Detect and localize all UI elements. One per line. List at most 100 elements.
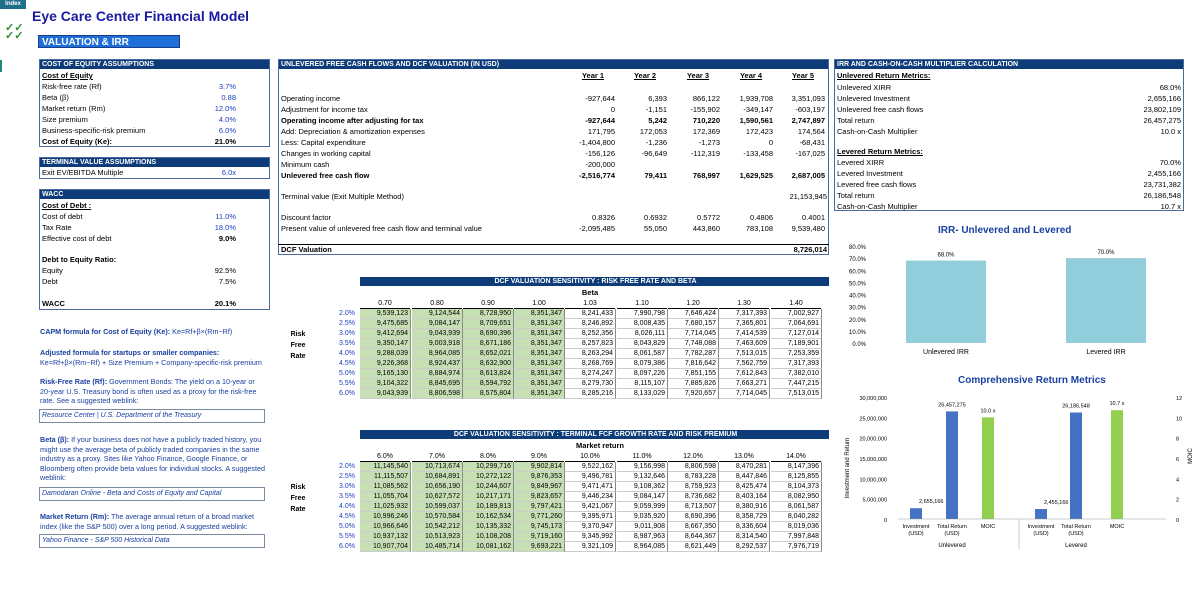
coe-row-value[interactable]: 12.0% — [190, 103, 236, 114]
df-cell: 0.4001 — [802, 213, 825, 222]
sens-col-header: 0.80 — [412, 298, 462, 309]
sens-cell: 10,937,132 — [360, 532, 411, 542]
page-title: Eye Care Center Financial Model — [32, 8, 250, 24]
sens-row-header: 2.5% — [339, 473, 355, 480]
y-tick-label: 10.0% — [849, 330, 867, 336]
y2-tick-label: 12 — [1176, 396, 1182, 402]
group-label: Levered — [1065, 543, 1087, 549]
sens-cell: 10,627,572 — [412, 492, 463, 502]
sens-cell: 10,244,607 — [463, 482, 514, 492]
df-cell: 0.5772 — [697, 213, 720, 222]
sens-cell: 8,403,164 — [719, 492, 770, 502]
wacc-label: WACC — [42, 299, 65, 308]
dcf-cell — [767, 159, 825, 170]
y2-tick-label: 8 — [1176, 437, 1179, 443]
sens-col-header: 12.0% — [668, 451, 718, 462]
category-label: MOIC — [1110, 524, 1124, 530]
sens-cell: 8,133,029 — [617, 389, 668, 399]
unlevered-metric-label: Unlevered free cash flows — [837, 105, 924, 114]
dcf-cell: -133,458 — [743, 149, 773, 158]
dcf-cell: 171,795 — [587, 127, 615, 136]
sens-col-header: 11.0% — [617, 451, 667, 462]
yahoo-link[interactable]: Yahoo Finance - S&P 500 Historical Data — [39, 534, 265, 548]
sens-cell: 9,421,067 — [565, 502, 616, 512]
sens-cell: 8,125,855 — [771, 472, 822, 482]
dcf-cell: -349,147 — [743, 105, 773, 114]
debt-title: Cost of Debt : — [42, 201, 92, 210]
section-title: VALUATION & IRR — [38, 35, 180, 48]
coe-row-value[interactable]: 6.0% — [190, 125, 236, 136]
unlevered-metric-label: Unlevered XIRR — [837, 83, 892, 92]
sens-cell: 8,644,367 — [668, 532, 719, 542]
irr-bar — [906, 260, 986, 343]
return-bar — [982, 417, 994, 519]
dcf-cell — [662, 159, 720, 170]
wacc-header: WACC — [40, 190, 269, 199]
unlevered-title: Unlevered Return Metrics: — [837, 71, 931, 80]
dcf-cell: 1,590,561 — [739, 116, 773, 125]
irr-data-label: 70.0% — [1097, 250, 1115, 256]
return-data-label: 2,655,166 — [919, 499, 943, 505]
unlevered-metric-value: 68.0% — [1159, 83, 1181, 92]
sens-cell: 8,759,923 — [668, 482, 719, 492]
ratio-row-value: 7.5% — [218, 277, 236, 286]
levered-metric-label: Levered Investment — [837, 169, 903, 178]
sens-cell: 8,671,186 — [463, 339, 514, 349]
sens-cell: 11,085,562 — [360, 482, 411, 492]
unlevered-metric-value: 10.0 x — [1160, 127, 1181, 136]
debt-row-value[interactable]: 11.0% — [190, 211, 236, 222]
dcf-cell: 1,939,708 — [739, 94, 773, 103]
sens-cell: 8,257,823 — [565, 339, 616, 349]
sens-cell: 7,782,287 — [668, 349, 719, 359]
sens-cell: 8,690,396 — [463, 329, 514, 339]
coe-row-value[interactable]: 4.0% — [190, 114, 236, 125]
sens-col-header: 8.0% — [463, 451, 513, 462]
debt-row-value[interactable]: 18.0% — [190, 222, 236, 233]
dcf-cell: 1,629,525 — [739, 171, 773, 180]
checkmark-icon: ✓✓ ✓✓ — [5, 22, 24, 42]
index-tab[interactable]: Index — [0, 0, 26, 9]
sens-cell: 8,336,604 — [719, 522, 770, 532]
sens-cell: 9,496,781 — [565, 472, 616, 482]
sens-cell: 8,040,282 — [771, 512, 822, 522]
dcf-cell: 6,393 — [648, 94, 667, 103]
coe-row-value[interactable]: 3.7% — [190, 81, 236, 92]
debt-row-label: Cost of debt — [42, 212, 83, 221]
sens-cell: 9,084,147 — [617, 492, 668, 502]
sens-cell: 9,124,544 — [412, 309, 463, 319]
sens-cell: 8,425,474 — [719, 482, 770, 492]
sens-cell: 10,189,813 — [463, 502, 514, 512]
sens-cell: 10,217,171 — [463, 492, 514, 502]
sens-cell: 8,252,356 — [565, 329, 616, 339]
sens-row-header: 5.5% — [339, 380, 355, 387]
sens-cell: 8,964,085 — [412, 349, 463, 359]
sens-cell: 7,646,424 — [668, 309, 719, 319]
rf-note: Risk-Free Rate (Rf): Government Bonds: T… — [40, 377, 257, 405]
sens-cell: 7,513,015 — [719, 349, 770, 359]
unlevered-metric-value: 26,457,275 — [1143, 116, 1181, 125]
dcf-cell: 174,564 — [797, 127, 825, 136]
terminal-value-box: TERMINAL VALUE ASSUMPTIONS Exit EV/EBITD… — [39, 157, 270, 179]
tv-value[interactable]: 6.0x — [190, 167, 236, 178]
sens-cell: 10,513,923 — [412, 532, 463, 542]
sens-cell: 10,081,162 — [463, 542, 514, 552]
sens-cell: 10,966,646 — [360, 522, 411, 532]
sens-row-header: 4.0% — [339, 350, 355, 357]
sens-col-header: 0.90 — [463, 298, 513, 309]
cost-of-equity-box: COST OF EQUITY ASSUMPTIONS Cost of Equit… — [39, 59, 270, 147]
sens-cell: 8,845,695 — [412, 379, 463, 389]
sens-cell: 7,562,759 — [719, 359, 770, 369]
sens-cell: 7,680,157 — [668, 319, 719, 329]
sens-row-header: 4.5% — [339, 360, 355, 367]
sens-cell: 8,351,347 — [514, 329, 565, 339]
sens-cell: 10,299,716 — [463, 462, 514, 472]
debt-row-label: Tax Rate — [42, 223, 72, 232]
treasury-link[interactable]: Resource Center | U.S. Department of the… — [39, 409, 265, 423]
sens-cell: 8,241,433 — [565, 309, 616, 319]
damodaran-link[interactable]: Damodaran Online - Beta and Costs of Equ… — [39, 487, 265, 501]
dcf-row-label: Changes in working capital — [281, 149, 371, 158]
sens-cell: 8,470,281 — [719, 462, 770, 472]
coe-row-value[interactable]: 0.88 — [190, 92, 236, 103]
return-chart: 0 5,000,000 10,000,000 15,000,000 20,000,000… — [845, 396, 1194, 549]
beta-note: Beta (β): If your business does not have… — [40, 435, 265, 482]
